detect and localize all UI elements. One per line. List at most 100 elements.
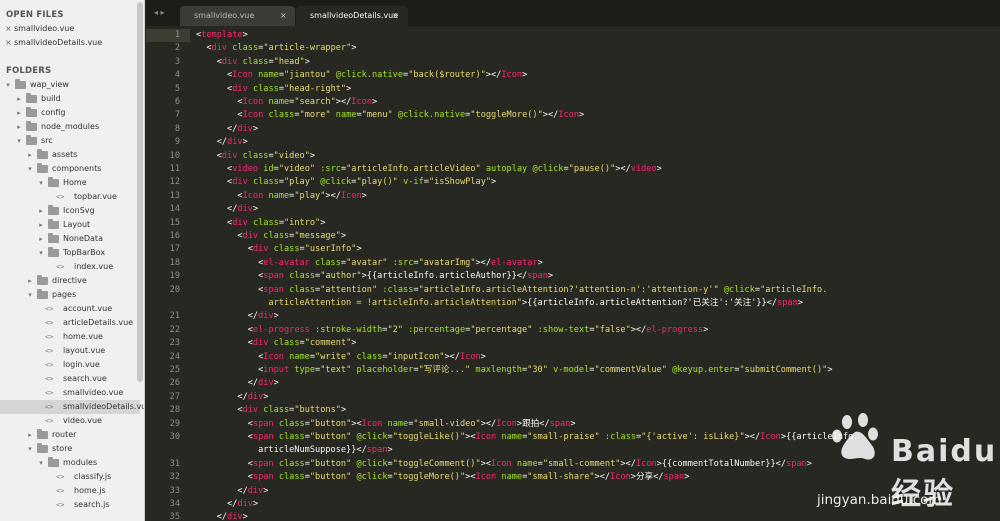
folder-item[interactable]: ▾ pages: [0, 288, 140, 302]
code-line[interactable]: <div class="comment">: [196, 337, 357, 350]
code-line[interactable]: articleNumSuppose}}</span>: [196, 444, 393, 457]
folder-item[interactable]: ▸ assets: [0, 148, 140, 162]
folder-item[interactable]: ▸ config: [0, 106, 140, 120]
code-line[interactable]: <div class="article-wrapper">: [196, 42, 356, 55]
chevron-down-icon[interactable]: ▾: [37, 176, 45, 190]
code-line[interactable]: </div>: [196, 310, 279, 323]
chevron-right-icon[interactable]: ▸: [26, 428, 34, 442]
code-line[interactable]: <Icon name="write" class="inputIcon"></I…: [196, 351, 486, 364]
folder-icon: [37, 289, 48, 299]
code-line[interactable]: <span class="button" @click="toggleMore(…: [196, 471, 690, 484]
code-line[interactable]: <div class="buttons">: [196, 404, 346, 417]
tab-smallvideodetails[interactable]: smallvideoDetails.vue ×: [296, 6, 408, 26]
folder-item[interactable]: ▸ directive: [0, 274, 140, 288]
code-line[interactable]: <Icon name="play"></Icon>: [196, 190, 366, 203]
chevron-down-icon[interactable]: ▾: [37, 456, 45, 470]
code-line[interactable]: <span class="button"><Icon name="small-v…: [196, 418, 576, 431]
chevron-right-icon[interactable]: ▸: [15, 106, 23, 120]
code-line[interactable]: </div>: [196, 391, 268, 404]
folder-item[interactable]: ▾ TopBarBox: [0, 246, 140, 260]
code-line[interactable]: </div>: [196, 203, 258, 216]
code-line[interactable]: <div class="head-right">: [196, 83, 351, 96]
tree-item-label: config: [41, 108, 66, 117]
file-item[interactable]: <> index.vue: [0, 260, 140, 274]
code-line[interactable]: <span class="button" @click="toggleComme…: [196, 458, 812, 471]
chevron-down-icon[interactable]: ▾: [37, 246, 45, 260]
folder-item[interactable]: ▸ router: [0, 428, 140, 442]
close-icon[interactable]: ×: [280, 6, 287, 26]
file-item[interactable]: <> search.vue: [0, 372, 140, 386]
file-item[interactable]: <> layout.vue: [0, 344, 140, 358]
file-item[interactable]: <> topbar.vue: [0, 190, 140, 204]
file-item[interactable]: <> articleDetails.vue: [0, 316, 140, 330]
chevron-right-icon[interactable]: ▸: [15, 92, 23, 106]
close-icon[interactable]: ×: [5, 22, 12, 36]
folder-item[interactable]: ▸ NoneData: [0, 232, 140, 246]
code-line[interactable]: <div class="head">: [196, 56, 310, 69]
code-line[interactable]: </div>: [196, 511, 248, 521]
file-item[interactable]: <> video.vue: [0, 414, 140, 428]
open-file-item[interactable]: × smallvideo.vue: [0, 22, 140, 36]
code-token: ></: [335, 97, 352, 107]
code-line[interactable]: <span class="attention" :class="articleI…: [196, 284, 827, 297]
code-line[interactable]: <template>: [196, 29, 248, 42]
code-line[interactable]: <div class="play" @click="play()" v-if="…: [196, 176, 496, 189]
code-line[interactable]: <div class="video">: [196, 150, 315, 163]
chevron-right-icon[interactable]: ▸: [37, 204, 45, 218]
folder-item[interactable]: ▾ wap_view: [0, 78, 140, 92]
folder-item[interactable]: ▸ build: [0, 92, 140, 106]
close-icon[interactable]: ×: [5, 36, 12, 50]
code-line[interactable]: </div>: [196, 136, 248, 149]
chevron-down-icon[interactable]: ▾: [26, 288, 34, 302]
open-file-item[interactable]: × smallvideoDetails.vue: [0, 36, 140, 50]
code-token: </: [196, 378, 259, 389]
code-line[interactable]: <el-progress :stroke-width="2" :percenta…: [196, 324, 709, 337]
code-line[interactable]: <span class="author">{{articleInfo.artic…: [196, 270, 553, 283]
code-line[interactable]: <div class="userInfo">: [196, 243, 362, 256]
folder-item[interactable]: ▸ IconSvg: [0, 204, 140, 218]
file-item[interactable]: <> classify.js: [0, 470, 140, 484]
code-line[interactable]: <div class="message">: [196, 230, 346, 243]
chevron-right-icon[interactable]: ▸: [15, 120, 23, 134]
tab-smallvideo[interactable]: smallvideo.vue ×: [180, 6, 295, 26]
tab-scroll-arrows-icon[interactable]: ◂ ▸: [154, 8, 165, 17]
chevron-down-icon[interactable]: ▾: [15, 134, 23, 148]
code-line[interactable]: <div class="intro">: [196, 217, 325, 230]
code-line[interactable]: <Icon class="more" name="menu" @click.na…: [196, 109, 584, 122]
code-line[interactable]: </div>: [196, 123, 258, 136]
folder-item[interactable]: ▾ store: [0, 442, 140, 456]
code-line[interactable]: </div>: [196, 377, 279, 390]
code-line[interactable]: articleAttention = !articleInfo.articleA…: [196, 297, 803, 310]
chevron-right-icon[interactable]: ▸: [37, 218, 45, 232]
file-item[interactable]: <> home.js: [0, 484, 140, 498]
folder-item[interactable]: ▾ components: [0, 162, 140, 176]
code-line[interactable]: </div>: [196, 498, 258, 511]
code-line[interactable]: <Icon name="search"></Icon>: [196, 96, 377, 109]
folder-item[interactable]: ▾ src: [0, 134, 140, 148]
file-item[interactable]: <> smallvideoDetails.vue: [0, 400, 144, 414]
chevron-right-icon[interactable]: ▸: [26, 148, 34, 162]
folder-item[interactable]: ▾ Home: [0, 176, 140, 190]
chevron-down-icon[interactable]: ▾: [26, 162, 34, 176]
file-item[interactable]: <> home.vue: [0, 330, 140, 344]
folder-item[interactable]: ▸ Layout: [0, 218, 140, 232]
chevron-down-icon[interactable]: ▾: [4, 78, 12, 92]
code-line[interactable]: <input type="text" placeholder="写评论..." …: [196, 364, 832, 377]
file-item[interactable]: <> login.vue: [0, 358, 140, 372]
code-line[interactable]: <span class="button" @click="toggleLike(…: [196, 431, 859, 444]
tree-item-label: Layout: [63, 220, 91, 229]
folder-icon: [26, 135, 37, 145]
code-line[interactable]: <video id="video" :src="articleInfo.arti…: [196, 163, 662, 176]
folder-item[interactable]: ▸ node_modules: [0, 120, 140, 134]
chevron-down-icon[interactable]: ▾: [26, 442, 34, 456]
close-icon[interactable]: ×: [392, 6, 399, 26]
chevron-right-icon[interactable]: ▸: [37, 232, 45, 246]
code-line[interactable]: <Icon name="jiantou" @click.native="back…: [196, 69, 527, 82]
file-item[interactable]: <> account.vue: [0, 302, 140, 316]
folder-item[interactable]: ▾ modules: [0, 456, 140, 470]
chevron-right-icon[interactable]: ▸: [26, 274, 34, 288]
file-item[interactable]: <> smallvideo.vue: [0, 386, 140, 400]
file-item[interactable]: <> search.js: [0, 498, 140, 512]
code-line[interactable]: </div>: [196, 485, 268, 498]
code-line[interactable]: <el-avatar class="avatar" :src="avatarIm…: [196, 257, 543, 270]
